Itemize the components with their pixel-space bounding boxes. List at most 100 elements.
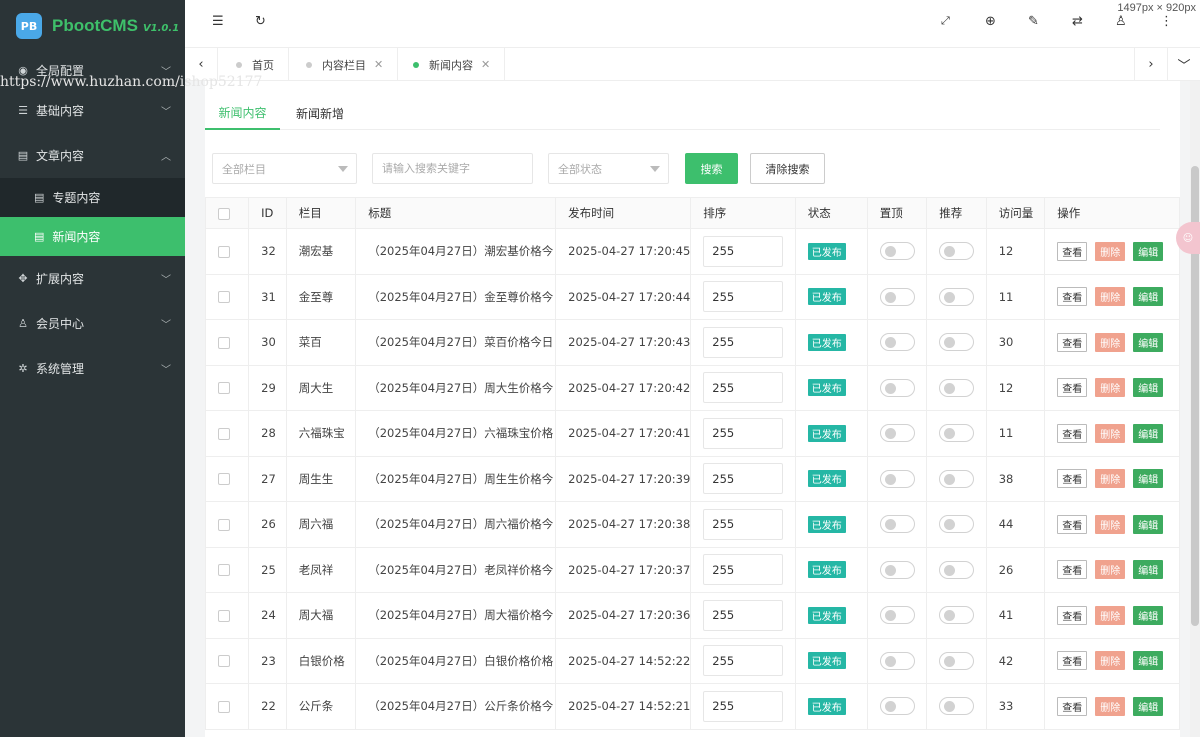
top-toggle[interactable] [879, 606, 915, 625]
sort-input[interactable]: 255 [703, 235, 784, 267]
sort-input[interactable]: 255 [703, 417, 784, 449]
row-checkbox[interactable] [218, 700, 230, 713]
row-checkbox[interactable] [218, 336, 230, 349]
edit-button[interactable]: 编辑 [1133, 514, 1164, 534]
delete-button[interactable]: 删除 [1095, 696, 1126, 716]
translate-icon[interactable]: ⇄ [1072, 14, 1083, 29]
row-checkbox[interactable] [218, 609, 230, 622]
row-checkbox[interactable] [218, 473, 230, 486]
select-all-cell[interactable] [204, 197, 250, 229]
top-toggle[interactable] [879, 697, 915, 716]
delete-button[interactable]: 删除 [1095, 651, 1126, 671]
sidebar-item-system-management[interactable]: ✲ 系统管理 ﹀ [0, 346, 185, 391]
row-select-cell[interactable] [204, 228, 250, 275]
top-toggle[interactable] [879, 424, 915, 443]
sidebar-subitem-news-content[interactable]: ▤ 新闻内容 [0, 217, 185, 256]
delete-button[interactable]: 删除 [1095, 287, 1126, 307]
recommend-toggle[interactable] [939, 333, 975, 352]
view-button[interactable]: 查看 [1057, 332, 1088, 352]
sort-input[interactable]: 255 [703, 508, 784, 540]
top-toggle[interactable] [879, 469, 915, 488]
sort-input[interactable]: 255 [703, 281, 784, 313]
sidebar-item-article-content[interactable]: ▤ 文章内容 ︿ [0, 133, 185, 178]
row-checkbox[interactable] [218, 245, 230, 258]
view-button[interactable]: 查看 [1057, 378, 1088, 398]
row-select-cell[interactable] [204, 592, 250, 639]
top-toggle[interactable] [879, 333, 915, 352]
row-select-cell[interactable] [204, 410, 250, 457]
edit-button[interactable]: 编辑 [1133, 241, 1164, 261]
row-select-cell[interactable] [204, 319, 250, 366]
top-toggle[interactable] [879, 287, 915, 306]
subtab-news-list[interactable]: 新闻内容 [205, 97, 280, 130]
delete-button[interactable]: 删除 [1095, 560, 1126, 580]
row-select-cell[interactable] [204, 273, 250, 320]
row-checkbox[interactable] [218, 564, 230, 577]
edit-button[interactable]: 编辑 [1133, 560, 1164, 580]
tab-menu-chevron-down-icon[interactable]: ﹀ [1167, 48, 1200, 81]
select-all-checkbox[interactable] [218, 207, 230, 220]
view-button[interactable]: 查看 [1057, 651, 1088, 671]
edit-button[interactable]: 编辑 [1133, 423, 1164, 443]
row-checkbox[interactable] [218, 655, 230, 668]
search-input[interactable] [382, 162, 532, 175]
sidebar-item-extended-content[interactable]: ✥ 扩展内容 ﹀ [0, 256, 185, 301]
view-button[interactable]: 查看 [1057, 423, 1088, 443]
recommend-toggle[interactable] [939, 560, 975, 579]
row-checkbox[interactable] [218, 382, 230, 395]
delete-button[interactable]: 删除 [1095, 605, 1126, 625]
close-icon[interactable]: ✕ [374, 58, 383, 71]
sort-input[interactable]: 255 [703, 326, 784, 358]
sort-input[interactable]: 255 [703, 645, 784, 677]
row-select-cell[interactable] [204, 501, 250, 548]
globe-icon[interactable]: ⊕ [985, 14, 996, 29]
floating-assistant-icon[interactable]: ☺ [1176, 222, 1200, 254]
edit-button[interactable]: 编辑 [1133, 378, 1164, 398]
status-select[interactable]: 全部状态 [548, 153, 669, 184]
delete-button[interactable]: 删除 [1095, 514, 1126, 534]
view-button[interactable]: 查看 [1057, 560, 1088, 580]
tab-home[interactable]: 首页 [218, 48, 289, 81]
row-select-cell[interactable] [204, 546, 250, 593]
search-button[interactable]: 搜索 [685, 153, 738, 184]
row-select-cell[interactable] [204, 455, 250, 502]
top-toggle[interactable] [879, 651, 915, 670]
view-button[interactable]: 查看 [1057, 514, 1088, 534]
top-toggle[interactable] [879, 515, 915, 534]
search-field[interactable] [372, 153, 533, 184]
tab-scroll-left-icon[interactable]: ‹ [185, 48, 218, 81]
recommend-toggle[interactable] [939, 606, 975, 625]
tab-scroll-right-icon[interactable]: › [1134, 48, 1167, 81]
sort-input[interactable]: 255 [703, 599, 784, 631]
delete-button[interactable]: 删除 [1095, 332, 1126, 352]
fullscreen-icon[interactable]: ⤢ [941, 14, 950, 28]
page-scrollbar[interactable] [1190, 81, 1200, 737]
row-select-cell[interactable] [204, 364, 250, 411]
close-icon[interactable]: ✕ [481, 58, 490, 71]
sidebar-item-member-center[interactable]: ♙ 会员中心 ﹀ [0, 301, 185, 346]
edit-button[interactable]: 编辑 [1133, 332, 1164, 352]
view-button[interactable]: 查看 [1057, 696, 1088, 716]
edit-button[interactable]: 编辑 [1133, 696, 1164, 716]
recommend-toggle[interactable] [939, 424, 975, 443]
brand[interactable]: PB PbootCMS V1.0.1 [0, 0, 185, 52]
edit-button[interactable]: 编辑 [1133, 469, 1164, 489]
view-button[interactable]: 查看 [1057, 241, 1088, 261]
view-button[interactable]: 查看 [1057, 469, 1088, 489]
menu-toggle-icon[interactable]: ☰ [212, 14, 224, 29]
row-select-cell[interactable] [204, 683, 250, 730]
sidebar-item-basic-content[interactable]: ☰ 基础内容 ﹀ [0, 88, 185, 133]
row-checkbox[interactable] [218, 427, 230, 440]
sort-input[interactable]: 255 [703, 463, 784, 495]
sort-input[interactable]: 255 [703, 554, 784, 586]
user-icon[interactable]: ♙ [1115, 14, 1127, 29]
top-toggle[interactable] [879, 378, 915, 397]
delete-button[interactable]: 删除 [1095, 241, 1126, 261]
more-icon[interactable]: ⋮ [1160, 14, 1173, 29]
top-toggle[interactable] [879, 560, 915, 579]
category-select[interactable]: 全部栏目 [212, 153, 357, 184]
tab-content-columns[interactable]: 内容栏目 ✕ [288, 48, 399, 81]
recommend-toggle[interactable] [939, 515, 975, 534]
top-toggle[interactable] [879, 242, 915, 261]
row-checkbox[interactable] [218, 518, 230, 531]
